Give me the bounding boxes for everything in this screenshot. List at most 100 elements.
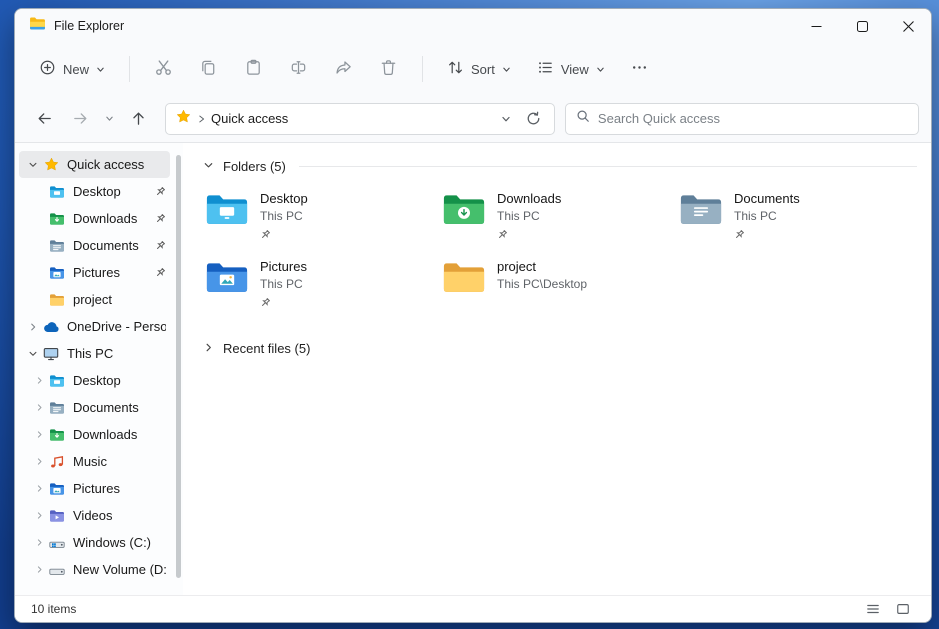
sidebar-item-pc-videos[interactable]: Videos — [19, 502, 170, 529]
forward-button[interactable] — [63, 102, 97, 136]
folders-group-header[interactable]: Folders (5) — [203, 153, 917, 179]
copy-button[interactable] — [191, 50, 226, 88]
sidebar-item-pc-downloads[interactable]: Downloads — [19, 421, 170, 448]
sort-label: Sort — [471, 61, 495, 77]
address-dropdown-button[interactable] — [492, 106, 520, 132]
sidebar-item-quick-access[interactable]: Quick access — [19, 151, 170, 178]
new-label: New — [63, 61, 90, 77]
view-label: View — [560, 61, 589, 77]
file-list-pane: Folders (5) Desktop This PC Downloads Th… — [183, 143, 931, 595]
search-box[interactable] — [564, 102, 919, 135]
sidebar-item-label: Documents — [73, 238, 139, 253]
more-options-button[interactable] — [623, 51, 656, 87]
sidebar-scrollbar[interactable] — [174, 151, 182, 587]
scrollbar-thumb[interactable] — [176, 155, 181, 579]
sort-button[interactable]: Sort — [439, 51, 519, 87]
folder-tile-meta: Pictures This PC — [260, 259, 307, 313]
folder-location: This PC — [497, 209, 540, 223]
chevron-right-icon[interactable] — [31, 484, 47, 493]
chevron-right-icon[interactable] — [31, 511, 47, 520]
pin-icon — [155, 186, 166, 197]
chevron-right-icon[interactable] — [31, 376, 47, 385]
address-bar[interactable]: Quick access — [165, 102, 555, 135]
pictures-folder-icon — [47, 266, 67, 280]
drive-icon — [47, 563, 67, 577]
sidebar-item-desktop-pinned[interactable]: Desktop — [19, 178, 170, 205]
sidebar-item-pc-documents[interactable]: Documents — [19, 394, 170, 421]
command-toolbar: New Sort View — [15, 43, 931, 95]
sidebar-item-pc-desktop[interactable]: Desktop — [19, 367, 170, 394]
sort-icon — [447, 59, 464, 79]
breadcrumb-chevron-icon — [197, 114, 206, 124]
chevron-down-icon[interactable] — [203, 159, 214, 174]
chevron-right-icon[interactable] — [31, 565, 47, 574]
sidebar-item-drive-c[interactable]: Windows (C:) — [19, 529, 170, 556]
delete-button[interactable] — [371, 50, 406, 88]
chevron-right-icon[interactable] — [31, 403, 47, 412]
sidebar-item-label: This PC — [67, 346, 114, 361]
sidebar-item-pc-pictures[interactable]: Pictures — [19, 475, 170, 502]
chevron-down-icon[interactable] — [25, 349, 41, 359]
sidebar-item-label: Videos — [73, 508, 113, 523]
pin-icon — [734, 227, 800, 245]
new-button[interactable]: New — [31, 51, 113, 87]
sidebar-item-label: project — [73, 292, 113, 307]
window-controls — [793, 9, 931, 43]
sidebar-item-label: Pictures — [73, 481, 120, 496]
sidebar-item-label: Downloads — [73, 427, 138, 442]
rename-button[interactable] — [281, 50, 316, 88]
chevron-right-icon[interactable] — [25, 322, 41, 332]
close-button[interactable] — [885, 9, 931, 43]
sidebar-item-downloads-pinned[interactable]: Downloads — [19, 205, 170, 232]
refresh-button[interactable] — [520, 106, 548, 132]
videos-folder-icon — [47, 509, 67, 523]
folder-tile-downloads[interactable]: Downloads This PC — [440, 189, 677, 257]
view-button[interactable]: View — [529, 51, 613, 87]
chevron-right-icon[interactable] — [203, 341, 214, 356]
back-button[interactable] — [27, 102, 61, 136]
sidebar-item-documents-pinned[interactable]: Documents — [19, 232, 170, 259]
pin-icon — [155, 267, 166, 278]
recent-files-group-label: Recent files (5) — [223, 340, 311, 356]
folder-tile-documents[interactable]: Documents This PC — [677, 189, 914, 257]
sidebar-item-pc-music[interactable]: Music — [19, 448, 170, 475]
pin-icon — [260, 295, 307, 313]
search-input[interactable] — [597, 111, 908, 126]
star-icon — [41, 157, 61, 172]
window-title: File Explorer — [54, 19, 125, 33]
chevron-down-icon — [96, 62, 105, 77]
sidebar-item-label: Windows (C:) — [73, 535, 152, 550]
chevron-down-icon[interactable] — [25, 160, 41, 170]
folder-name: Pictures — [260, 259, 307, 274]
large-icons-view-button[interactable] — [891, 599, 915, 619]
details-view-button[interactable] — [861, 599, 885, 619]
titlebar: File Explorer — [15, 9, 931, 43]
recent-files-group-header[interactable]: Recent files (5) — [203, 335, 917, 361]
up-button[interactable] — [121, 102, 155, 136]
sidebar-item-drive-d[interactable]: New Volume (D: — [19, 556, 170, 583]
downloads-folder-icon — [47, 428, 67, 442]
sidebar-item-label: Downloads — [73, 211, 138, 226]
folder-tile-project[interactable]: project This PC\Desktop — [440, 257, 677, 325]
folder-tile-pictures[interactable]: Pictures This PC — [203, 257, 440, 325]
sidebar-item-onedrive[interactable]: OneDrive - Person — [19, 313, 170, 340]
share-button[interactable] — [326, 50, 361, 88]
pin-icon — [497, 227, 561, 245]
sidebar-item-this-pc[interactable]: This PC — [19, 340, 170, 367]
minimize-button[interactable] — [793, 9, 839, 43]
sidebar-item-project[interactable]: project — [19, 286, 170, 313]
recent-locations-button[interactable] — [99, 102, 119, 136]
chevron-right-icon[interactable] — [31, 430, 47, 439]
sidebar-item-pictures-pinned[interactable]: Pictures — [19, 259, 170, 286]
folder-tile-desktop[interactable]: Desktop This PC — [203, 189, 440, 257]
chevron-down-icon — [502, 62, 511, 77]
folders-group-label: Folders (5) — [223, 158, 286, 174]
sidebar-item-label: Desktop — [73, 373, 121, 388]
chevron-right-icon[interactable] — [31, 457, 47, 466]
folder-location: This PC — [260, 209, 303, 223]
chevron-right-icon[interactable] — [31, 538, 47, 547]
sidebar-item-label: Desktop — [73, 184, 121, 199]
paste-button[interactable] — [236, 50, 271, 88]
maximize-button[interactable] — [839, 9, 885, 43]
cut-button[interactable] — [146, 50, 181, 88]
